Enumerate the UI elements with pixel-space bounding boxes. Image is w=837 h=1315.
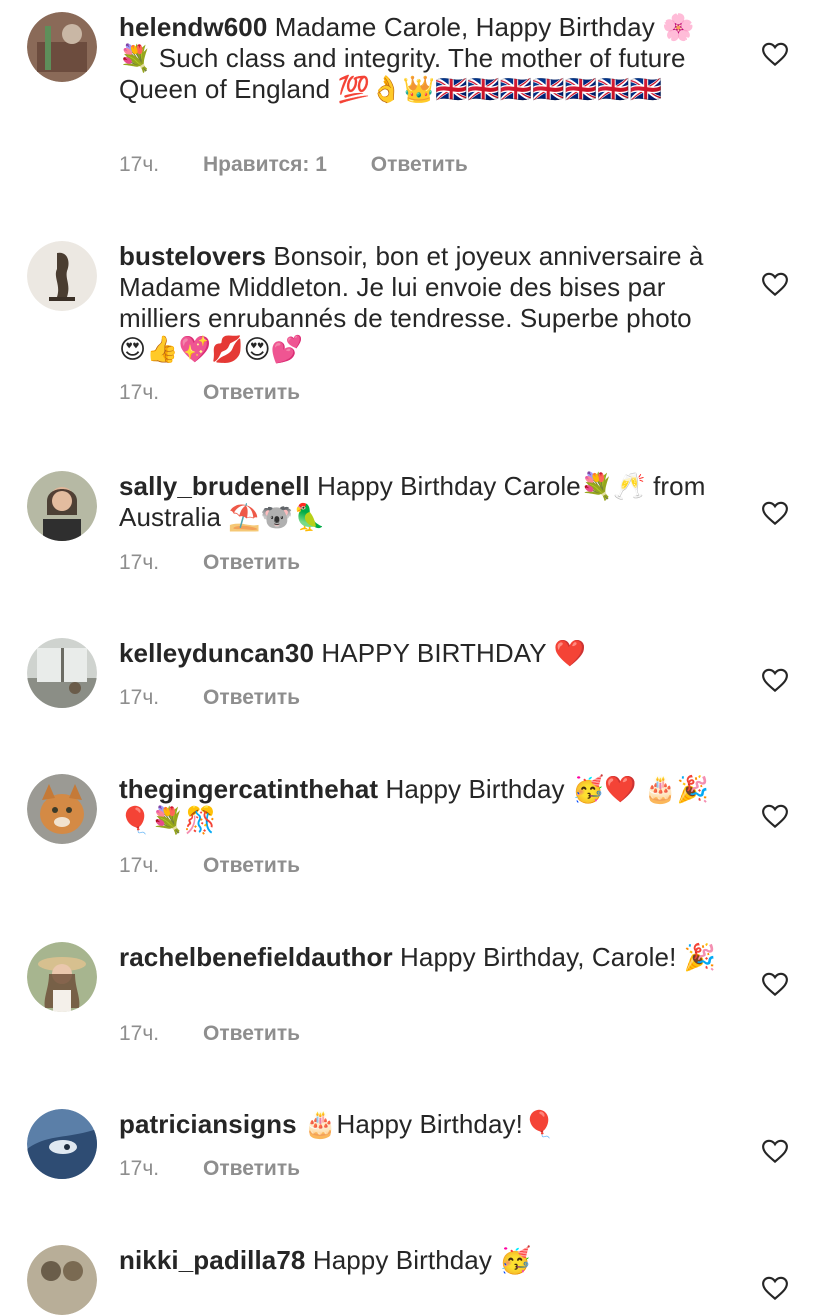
comment-username[interactable]: thegingercatinthehat: [119, 774, 378, 804]
like-heart-icon[interactable]: [760, 39, 790, 69]
comment-body: kelleyduncan30 HAPPY BIRTHDAY ❤️: [119, 638, 719, 669]
comment-body: rachelbenefieldauthor Happy Birthday, Ca…: [119, 942, 719, 973]
comment-username[interactable]: nikki_padilla78: [119, 1245, 305, 1275]
comment-meta: 17ч. Ответить: [119, 381, 300, 405]
comment-meta: 17ч. Ответить: [119, 1022, 300, 1046]
reply-button[interactable]: Ответить: [203, 551, 300, 575]
comment-username[interactable]: sally_brudenell: [119, 471, 310, 501]
comment-time[interactable]: 17ч.: [119, 1022, 159, 1046]
reply-button[interactable]: Ответить: [203, 1157, 300, 1181]
avatar[interactable]: [27, 638, 97, 708]
comment-body: nikki_padilla78 Happy Birthday 🥳: [119, 1245, 719, 1276]
comment-likes-count[interactable]: Нравится: 1: [203, 153, 327, 177]
avatar[interactable]: [27, 1245, 97, 1315]
comment-text: HAPPY BIRTHDAY ❤️: [321, 638, 587, 668]
comment-time[interactable]: 17ч.: [119, 686, 159, 710]
like-heart-icon[interactable]: [760, 269, 790, 299]
comment-time[interactable]: 17ч.: [119, 381, 159, 405]
avatar[interactable]: [27, 12, 97, 82]
avatar[interactable]: [27, 942, 97, 1012]
comment-time[interactable]: 17ч.: [119, 153, 159, 177]
comment-body: helendw600 Madame Carole, Happy Birthday…: [119, 12, 719, 105]
comment-body: sally_brudenell Happy Birthday Carole💐🥂 …: [119, 471, 719, 533]
comment-text: Happy Birthday 🥳: [312, 1245, 532, 1275]
comment-time[interactable]: 17ч.: [119, 1157, 159, 1181]
like-heart-icon[interactable]: [760, 1136, 790, 1166]
comment-time[interactable]: 17ч.: [119, 854, 159, 878]
comment-meta: 17ч. Ответить: [119, 686, 300, 710]
like-heart-icon[interactable]: [760, 665, 790, 695]
reply-button[interactable]: Ответить: [203, 686, 300, 710]
comment-username[interactable]: kelleyduncan30: [119, 638, 314, 668]
reply-button[interactable]: Ответить: [203, 381, 300, 405]
like-heart-icon[interactable]: [760, 969, 790, 999]
comment-time[interactable]: 17ч.: [119, 551, 159, 575]
comment-meta: 17ч. Ответить: [119, 854, 300, 878]
comment-username[interactable]: patriciansigns: [119, 1109, 297, 1139]
like-heart-icon[interactable]: [760, 498, 790, 528]
reply-button[interactable]: Ответить: [371, 153, 468, 177]
like-heart-icon[interactable]: [760, 801, 790, 831]
avatar[interactable]: [27, 1109, 97, 1179]
avatar[interactable]: [27, 471, 97, 541]
like-heart-icon[interactable]: [760, 1273, 790, 1303]
comment-username[interactable]: rachelbenefieldauthor: [119, 942, 393, 972]
avatar[interactable]: [27, 241, 97, 311]
comment-meta: 17ч. Ответить: [119, 1157, 300, 1181]
comment-username[interactable]: helendw600: [119, 12, 267, 42]
comment-text: Happy Birthday, Carole! 🎉: [400, 942, 717, 972]
comment-username[interactable]: bustelovers: [119, 241, 266, 271]
comment-meta: 17ч. Ответить: [119, 551, 300, 575]
avatar[interactable]: [27, 774, 97, 844]
comment-body: bustelovers Bonsoir, bon et joyeux anniv…: [119, 241, 719, 365]
comment-body: patriciansigns 🎂Happy Birthday!🎈: [119, 1109, 719, 1140]
comment-text: 🎂Happy Birthday!🎈: [304, 1109, 556, 1139]
reply-button[interactable]: Ответить: [203, 1022, 300, 1046]
comment-meta: 17ч. Нравится: 1 Ответить: [119, 153, 468, 177]
comment-body: thegingercatinthehat Happy Birthday 🥳❤️ …: [119, 774, 719, 836]
reply-button[interactable]: Ответить: [203, 854, 300, 878]
